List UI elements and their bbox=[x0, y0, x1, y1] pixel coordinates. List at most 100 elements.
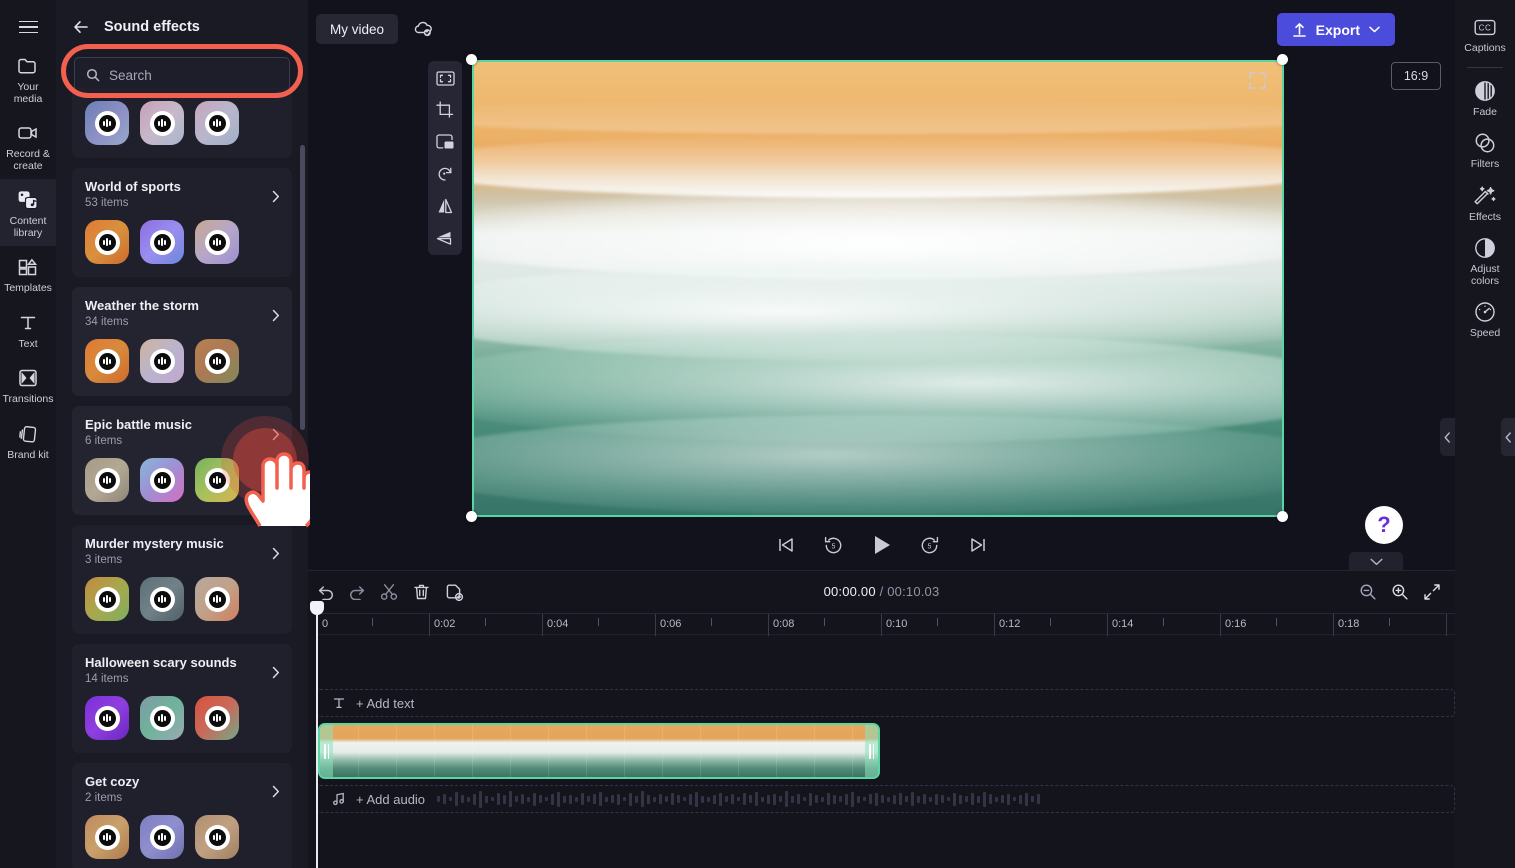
chevron-right-icon[interactable] bbox=[272, 785, 280, 798]
sound-thumbnail[interactable] bbox=[140, 696, 184, 740]
category-item-count: 2 items bbox=[85, 792, 123, 804]
sound-thumbnail[interactable] bbox=[195, 815, 239, 859]
sound-thumbnail[interactable] bbox=[140, 339, 184, 383]
category-card-get-cozy[interactable]: Get cozy 2 items bbox=[72, 763, 292, 868]
right-item-label: Speed bbox=[1469, 327, 1501, 339]
timeline-ruler[interactable]: 0:02 0:04 0:06 0:08 0:10 0:12 0:14 0:16 … bbox=[316, 613, 1455, 636]
cloud-saved-icon bbox=[412, 18, 434, 40]
export-button[interactable]: Export bbox=[1276, 13, 1395, 46]
help-button[interactable]: ? bbox=[1365, 506, 1403, 544]
panel-scrollbar[interactable] bbox=[300, 145, 305, 430]
sound-thumbnail[interactable] bbox=[195, 339, 239, 383]
resize-handle-top-right[interactable] bbox=[1277, 54, 1288, 65]
crop-icon[interactable] bbox=[434, 99, 456, 121]
back-arrow-icon[interactable] bbox=[72, 18, 90, 36]
chevron-right-icon[interactable] bbox=[272, 428, 280, 441]
resize-handle-top-left[interactable] bbox=[466, 54, 477, 65]
add-audio-track[interactable]: + Add audio bbox=[316, 785, 1455, 813]
sound-effects-category-list[interactable]: 14 items World of sports 53 items bbox=[56, 88, 308, 868]
jump-to-start-button[interactable] bbox=[773, 532, 799, 558]
filters-icon bbox=[1474, 132, 1496, 154]
playhead-knob[interactable] bbox=[310, 601, 324, 615]
chevron-down-icon[interactable] bbox=[1369, 26, 1380, 33]
collapse-right-panel-button[interactable] bbox=[1440, 418, 1455, 456]
current-time: 00:00.00 bbox=[823, 584, 876, 599]
sound-thumbnail[interactable] bbox=[85, 577, 129, 621]
sidebar-item-label: Record & create bbox=[6, 148, 50, 172]
search-input[interactable] bbox=[109, 67, 286, 83]
category-card-epic-battle-music[interactable]: Epic battle music 6 items bbox=[72, 406, 292, 515]
sound-thumbnail[interactable] bbox=[195, 220, 239, 264]
flip-vertical-icon[interactable] bbox=[434, 227, 456, 249]
sidebar-item-brand-kit[interactable]: Brand kit bbox=[0, 413, 56, 469]
panel-title: Sound effects bbox=[104, 19, 200, 35]
right-item-speed[interactable]: Speed bbox=[1455, 293, 1515, 346]
content-library-panel: Sound effects 14 items bbox=[56, 0, 308, 868]
fullscreen-icon[interactable] bbox=[1248, 71, 1270, 93]
sound-thumbnail[interactable] bbox=[85, 696, 129, 740]
sound-thumbnail[interactable] bbox=[140, 101, 184, 145]
fit-timeline-button[interactable] bbox=[1421, 581, 1443, 603]
chevron-right-icon[interactable] bbox=[272, 547, 280, 560]
right-item-filters[interactable]: Filters bbox=[1455, 124, 1515, 177]
sound-thumbnail[interactable] bbox=[195, 696, 239, 740]
add-text-track[interactable]: + Add text bbox=[316, 689, 1455, 717]
dice-music-icon bbox=[16, 188, 40, 212]
clip-trim-handle-right[interactable] bbox=[865, 725, 878, 777]
ruler-label: 0:12 bbox=[999, 618, 1021, 630]
category-thumbnails bbox=[85, 696, 279, 740]
sidebar-item-transitions[interactable]: Transitions bbox=[0, 357, 56, 413]
video-clip[interactable] bbox=[318, 723, 880, 779]
sound-thumbnail[interactable] bbox=[85, 458, 129, 502]
sound-thumbnail[interactable] bbox=[140, 220, 184, 264]
pip-icon[interactable] bbox=[434, 131, 456, 153]
playhead[interactable] bbox=[310, 601, 324, 868]
sound-thumbnail[interactable] bbox=[85, 220, 129, 264]
sound-thumbnail[interactable] bbox=[85, 339, 129, 383]
sound-thumbnail[interactable] bbox=[140, 458, 184, 502]
rotate-icon[interactable] bbox=[434, 163, 456, 185]
rewind-5-button[interactable]: 5 bbox=[821, 532, 847, 558]
hamburger-menu-icon[interactable] bbox=[10, 9, 46, 45]
sound-thumbnail[interactable] bbox=[85, 101, 129, 145]
aspect-ratio-badge[interactable]: 16:9 bbox=[1391, 62, 1441, 90]
clip-trim-handle-left[interactable] bbox=[320, 725, 333, 777]
category-card-weather-the-storm[interactable]: Weather the storm 34 items bbox=[72, 287, 292, 396]
sound-thumbnail[interactable] bbox=[195, 101, 239, 145]
collapse-panel-button[interactable] bbox=[1501, 418, 1515, 456]
play-button[interactable] bbox=[869, 532, 895, 558]
chevron-right-icon[interactable] bbox=[272, 309, 280, 322]
right-item-fade[interactable]: Fade bbox=[1455, 72, 1515, 125]
chevron-right-icon[interactable] bbox=[272, 190, 280, 203]
category-card-world-of-sports[interactable]: World of sports 53 items bbox=[72, 168, 292, 277]
fit-screen-icon[interactable] bbox=[434, 67, 456, 89]
right-item-captions[interactable]: CC Captions bbox=[1455, 8, 1515, 61]
right-item-adjust-colors[interactable]: Adjust colors bbox=[1455, 229, 1515, 293]
category-card-halloween-scary-sounds[interactable]: Halloween scary sounds 14 items bbox=[72, 644, 292, 753]
video-title-field[interactable]: My video bbox=[316, 14, 399, 44]
chevron-right-icon[interactable] bbox=[272, 666, 280, 679]
category-card-murder-mystery-music[interactable]: Murder mystery music 3 items bbox=[72, 525, 292, 634]
sidebar-item-text[interactable]: Text bbox=[0, 302, 56, 358]
jump-to-end-button[interactable] bbox=[965, 532, 991, 558]
zoom-in-button[interactable] bbox=[1389, 581, 1411, 603]
sidebar-item-templates[interactable]: Templates bbox=[0, 246, 56, 302]
sidebar-item-your-media[interactable]: Your media bbox=[0, 45, 56, 112]
collapse-timeline-button[interactable] bbox=[1349, 552, 1403, 572]
forward-5-button[interactable]: 5 bbox=[917, 532, 943, 558]
video-preview-canvas[interactable] bbox=[472, 60, 1284, 517]
sidebar-item-record-create[interactable]: Record & create bbox=[0, 112, 56, 179]
sidebar-item-content-library[interactable]: Content library bbox=[0, 179, 56, 246]
sound-thumbnail[interactable] bbox=[195, 577, 239, 621]
sound-thumbnail[interactable] bbox=[140, 577, 184, 621]
category-card[interactable]: 14 items bbox=[72, 88, 292, 158]
category-title: Halloween scary sounds bbox=[85, 655, 237, 670]
sound-thumbnail[interactable] bbox=[195, 458, 239, 502]
sound-thumbnail[interactable] bbox=[140, 815, 184, 859]
right-item-effects[interactable]: Effects bbox=[1455, 177, 1515, 230]
folder-icon bbox=[16, 54, 40, 78]
zoom-out-button[interactable] bbox=[1357, 581, 1379, 603]
flip-horizontal-icon[interactable] bbox=[434, 195, 456, 217]
category-item-count: 34 items bbox=[85, 316, 129, 328]
sound-thumbnail[interactable] bbox=[85, 815, 129, 859]
